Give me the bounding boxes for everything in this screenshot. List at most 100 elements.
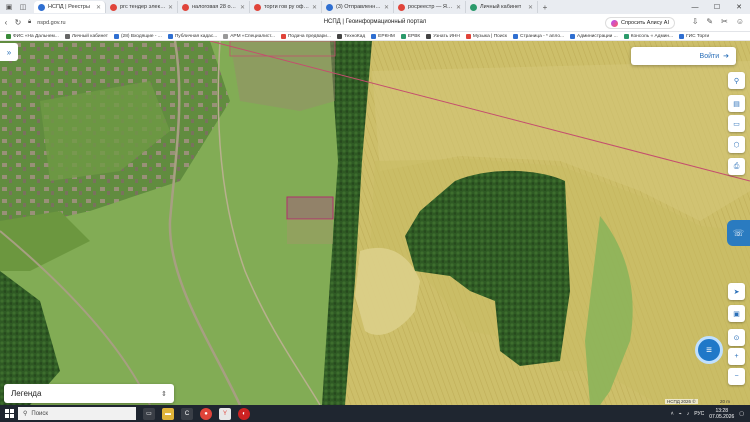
- browser-tab[interactable]: (3) Отправленные - Почт...✕: [322, 1, 394, 13]
- tab-favicon-icon: [182, 3, 189, 11]
- bookmark-icon: [6, 33, 11, 39]
- bookmark-item[interactable]: ТехноКад: [336, 33, 365, 39]
- tab-close-icon[interactable]: ✕: [454, 4, 461, 11]
- bookmark-item[interactable]: Публичная кадас...: [167, 33, 217, 39]
- login-icon: ➔: [723, 53, 729, 60]
- app-c-icon[interactable]: C: [181, 407, 193, 420]
- zoom-in-icon[interactable]: +: [728, 348, 745, 365]
- tab-label: ргс тендер электронная...: [120, 4, 166, 10]
- minimize-icon[interactable]: —: [684, 0, 706, 14]
- assistant-tab-icon[interactable]: ☏: [727, 220, 750, 246]
- map-canvas[interactable]: »: [0, 41, 750, 405]
- file-explorer-icon[interactable]: ▬: [162, 407, 174, 420]
- browser-tab[interactable]: НСПД | Реестры ✕: [34, 1, 106, 13]
- clock-date: 07.05.2026: [709, 413, 735, 420]
- browser-tab[interactable]: Личный кабинет ✕: [466, 1, 538, 13]
- bookmark-label: Личный кабинет: [71, 33, 108, 39]
- bookmark-item[interactable]: ГИС Торги: [679, 33, 709, 39]
- tab-label: росреестр — Яндекс: на...: [408, 4, 454, 10]
- bookmark-label: Администрации ...: [577, 33, 618, 39]
- start-button[interactable]: [0, 409, 18, 418]
- tab-close-icon[interactable]: ✕: [238, 4, 245, 11]
- tab-close-icon[interactable]: ✕: [166, 4, 173, 11]
- browser-tab[interactable]: росреестр — Яндекс: на...✕: [394, 1, 466, 13]
- downloads-icon[interactable]: ⇩: [692, 17, 699, 26]
- maximize-icon[interactable]: ☐: [706, 0, 728, 14]
- bookmark-item[interactable]: ЕРКНМ: [371, 33, 395, 39]
- print-icon[interactable]: ⎙: [728, 158, 745, 175]
- basemap-icon[interactable]: ▣: [728, 305, 745, 322]
- lock-icon: 🔒︎: [28, 19, 32, 25]
- draw-icon[interactable]: ⬡: [728, 136, 745, 153]
- tools-icon[interactable]: ✂: [721, 17, 728, 26]
- taskbar: ⚲ Поиск ▭ ▬ C ● Y ◐ ˄ ⌁ ♪ РУС 13:28 07.0…: [0, 405, 750, 422]
- app-red-circle-icon[interactable]: ◐: [238, 407, 250, 420]
- bookmark-label: ЕРВК: [407, 33, 421, 39]
- extensions-icon[interactable]: ✎: [706, 17, 713, 26]
- bookmark-icon: [280, 33, 286, 39]
- login-button[interactable]: Войти ➔: [631, 47, 736, 65]
- bookmark-item[interactable]: Личный кабинет: [64, 33, 108, 39]
- location-search-icon[interactable]: ⚲: [728, 72, 745, 89]
- bookmark-label: Узнать ИНН: [433, 33, 460, 39]
- panel-toggle-button[interactable]: »: [0, 43, 18, 61]
- new-tab-button[interactable]: +: [538, 3, 552, 12]
- zoom-out-icon[interactable]: −: [728, 368, 745, 385]
- bookmark-label: Консоль « Админ...: [630, 33, 674, 39]
- bookmark-item[interactable]: Страница - * апло...: [513, 33, 564, 39]
- browser-collections-icon[interactable]: ◫: [18, 2, 28, 12]
- bookmark-icon: [623, 33, 629, 39]
- yandex-browser-icon[interactable]: Y: [219, 407, 231, 420]
- bookmark-item[interactable]: Администрации ...: [570, 33, 618, 39]
- tab-close-icon[interactable]: ✕: [382, 4, 389, 11]
- tab-close-icon[interactable]: ✕: [310, 4, 317, 11]
- close-window-icon[interactable]: ✕: [728, 0, 750, 14]
- legend-panel[interactable]: Легенда ⇕: [4, 384, 174, 403]
- refresh-icon[interactable]: ↻: [12, 18, 24, 27]
- browser-menu-icon[interactable]: ▣: [4, 2, 14, 12]
- geolocation-icon[interactable]: ➤: [728, 283, 745, 300]
- volume-icon[interactable]: ♪: [687, 411, 690, 417]
- bookmark-item[interactable]: Узнать ИНН: [426, 33, 460, 39]
- tab-favicon-icon: [326, 3, 333, 11]
- browser-tab[interactable]: налоговая 28 официальн...✕: [178, 1, 250, 13]
- notifications-icon[interactable]: ▢: [739, 411, 744, 417]
- bookmark-item[interactable]: (28) Входящие - ...: [113, 33, 162, 39]
- bookmark-item[interactable]: Музыка | Поиск: [465, 33, 507, 39]
- alice-button[interactable]: Спросить Алису AI: [605, 17, 675, 29]
- bookmark-item[interactable]: ФИС «На Дальнем...: [6, 33, 59, 39]
- address-bar: ‹ ↻ 🔒︎ nspd.gov.ru НСПД | Геоинформацион…: [0, 14, 750, 32]
- tray-chevron-icon[interactable]: ˄: [671, 411, 674, 417]
- url-field[interactable]: nspd.gov.ru: [37, 20, 65, 26]
- back-icon[interactable]: ‹: [0, 18, 12, 27]
- taskbar-search[interactable]: ⚲ Поиск: [18, 407, 136, 420]
- measure-icon[interactable]: ▭: [728, 115, 745, 132]
- tab-label: Личный кабинет: [480, 4, 522, 10]
- taskbar-search-placeholder: Поиск: [31, 410, 49, 417]
- bookmark-item[interactable]: Консоль « Админ...: [623, 33, 674, 39]
- bookmark-item[interactable]: ЕРВК: [400, 33, 421, 39]
- language-indicator[interactable]: РУС: [694, 411, 704, 417]
- clock[interactable]: 13:28 07.05.2026: [709, 408, 734, 420]
- app-red-icon[interactable]: ●: [200, 407, 212, 420]
- map-scale: 20 m: [720, 399, 731, 404]
- ruler-icon[interactable]: ⊙: [728, 329, 745, 346]
- task-view-icon[interactable]: ▭: [143, 407, 155, 420]
- chat-support-icon[interactable]: ≡: [695, 336, 723, 364]
- search-icon: ⚲: [23, 411, 28, 417]
- tab-close-icon[interactable]: ✕: [526, 4, 533, 11]
- bookmark-label: АРМ «Специалист...: [230, 33, 275, 39]
- tab-label: налоговая 28 официальн...: [192, 4, 238, 10]
- bookmark-item[interactable]: Подача предвари...: [280, 33, 331, 39]
- browser-tab[interactable]: торги гов ру официальн...✕: [250, 1, 322, 13]
- bookmark-label: Страница - * апло...: [520, 33, 564, 39]
- bookmark-item[interactable]: АРМ «Специалист...: [223, 33, 275, 39]
- network-icon[interactable]: ⌁: [679, 411, 682, 417]
- tab-favicon-icon: [470, 3, 477, 11]
- browser-tab[interactable]: ргс тендер электронная...✕: [106, 1, 178, 13]
- user-icon[interactable]: ☺: [736, 17, 744, 26]
- layers-icon[interactable]: ▤: [728, 95, 745, 112]
- tab-label: торги гов ру официальн...: [264, 4, 310, 10]
- tab-label: НСПД | Реестры: [48, 4, 90, 10]
- tab-close-icon[interactable]: ✕: [94, 4, 101, 11]
